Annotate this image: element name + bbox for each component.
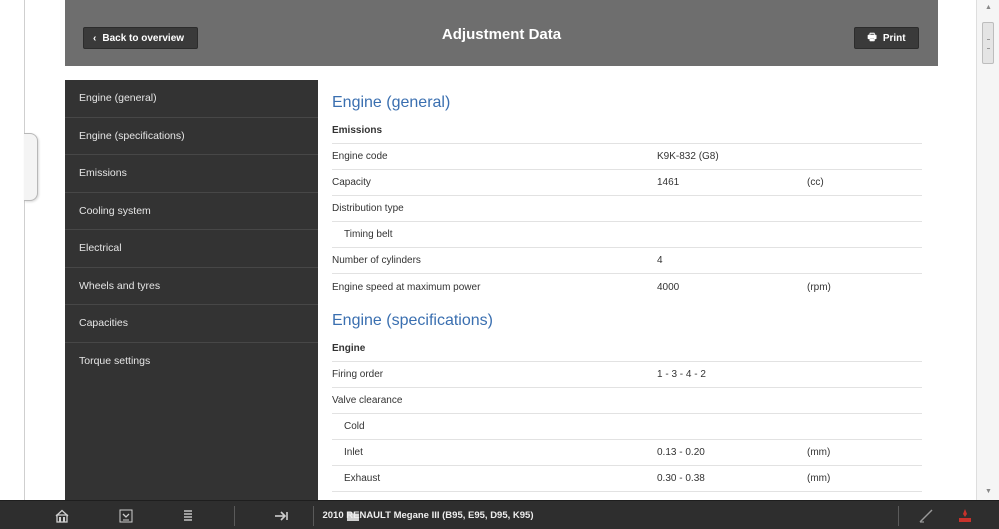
row-label: Engine speed at maximum power bbox=[332, 281, 481, 293]
row-value: 1 - 3 - 4 - 2 bbox=[657, 369, 706, 380]
table-row: Engine speed at maximum power 4000 (rpm) bbox=[332, 274, 922, 300]
row-label: Capacity bbox=[332, 177, 371, 188]
adjustment-data-content: Engine (general) Emissions Engine code K… bbox=[332, 80, 922, 500]
sidebar-item-label: Wheels and tyres bbox=[79, 279, 161, 292]
sidebar-item-emissions[interactable]: Emissions bbox=[65, 155, 318, 193]
print-button-label: Print bbox=[882, 32, 906, 44]
sidebar-item-torque-settings[interactable]: Torque settings bbox=[65, 343, 318, 381]
row-unit: (cc) bbox=[807, 177, 824, 188]
home-icon[interactable] bbox=[54, 508, 70, 524]
table-row: Engine code K9K-832 (G8) bbox=[332, 144, 922, 170]
row-unit: (mm) bbox=[807, 447, 831, 458]
vertical-scrollbar[interactable]: ▲ ▼ bbox=[976, 0, 999, 500]
sidebar-item-engine-specifications[interactable]: Engine (specifications) bbox=[65, 118, 318, 155]
section-subheading: Engine bbox=[332, 336, 922, 362]
sidebar-item-label: Engine (general) bbox=[79, 92, 157, 105]
scroll-up-icon[interactable]: ▲ bbox=[985, 4, 992, 11]
print-button[interactable]: 🖶 Print bbox=[854, 27, 919, 49]
row-label: Cold bbox=[344, 421, 365, 432]
frame-edge bbox=[24, 0, 25, 500]
row-label: Number of cylinders bbox=[332, 255, 421, 266]
section-title: Engine (general) bbox=[332, 94, 451, 111]
row-label: Timing belt bbox=[344, 229, 393, 240]
row-value: 4000 bbox=[657, 281, 680, 293]
table-row: Timing belt bbox=[332, 222, 922, 248]
sidebar-item-wheels-and-tyres[interactable]: Wheels and tyres bbox=[65, 268, 318, 305]
sidebar-item-label: Electrical bbox=[79, 242, 122, 255]
tool-icon[interactable] bbox=[957, 508, 973, 524]
sidebar-item-label: Engine (specifications) bbox=[79, 129, 185, 142]
side-drawer-handle[interactable] bbox=[24, 133, 38, 201]
scroll-down-icon[interactable]: ▼ bbox=[985, 488, 992, 495]
app-shell: ‹ Back to overview Adjustment Data 🖶 Pri… bbox=[65, 0, 938, 500]
table-row: Exhaust 0.30 - 0.38 (mm) bbox=[332, 466, 922, 492]
table-row: Inlet 0.13 - 0.20 (mm) bbox=[332, 440, 922, 466]
section-title: Engine (specifications) bbox=[332, 312, 493, 329]
edit-icon[interactable] bbox=[918, 508, 934, 524]
header-bar: ‹ Back to overview Adjustment Data 🖶 Pri… bbox=[65, 0, 938, 66]
row-label: Engine code bbox=[332, 151, 388, 162]
vehicle-label: 2010 RENAULT Megane III (B95, E95, D95, … bbox=[322, 510, 534, 521]
sidebar-item-label: Cooling system bbox=[79, 204, 151, 217]
row-value: 4 bbox=[657, 255, 663, 266]
row-label: Exhaust bbox=[344, 473, 381, 484]
table-row: Distribution type bbox=[332, 196, 922, 222]
section-subheading: Emissions bbox=[332, 118, 922, 144]
scroll-thumb[interactable] bbox=[982, 22, 994, 64]
sidebar-item-engine-general[interactable]: Engine (general) bbox=[65, 80, 318, 118]
row-value: 1461 bbox=[657, 177, 680, 188]
sidebar-item-electrical[interactable]: Electrical bbox=[65, 230, 318, 268]
subheading-label: Emissions bbox=[332, 125, 383, 136]
row-label: Valve clearance bbox=[332, 395, 403, 406]
table-row: Cold bbox=[332, 414, 922, 440]
sidebar-item-label: Emissions bbox=[79, 167, 127, 180]
subheading-label: Engine bbox=[332, 343, 366, 354]
row-label: Firing order bbox=[332, 369, 384, 380]
expand-icon[interactable] bbox=[118, 508, 134, 524]
sidebar-item-label: Capacities bbox=[79, 317, 129, 330]
row-label: Inlet bbox=[344, 447, 363, 458]
sidebar: Engine (general) Engine (specifications)… bbox=[65, 80, 318, 500]
table-row: Firing order 1 - 3 - 4 - 2 bbox=[332, 362, 922, 388]
sidebar-item-cooling-system[interactable]: Cooling system bbox=[65, 193, 318, 230]
sidebar-item-label: Torque settings bbox=[79, 355, 151, 368]
row-value: 0.30 - 0.38 bbox=[657, 473, 705, 484]
toolbar-divider bbox=[898, 506, 899, 526]
table-row: Capacity 1461 (cc) bbox=[332, 170, 922, 196]
row-unit: (mm) bbox=[807, 473, 831, 484]
page-title: Adjustment Data bbox=[441, 26, 562, 43]
row-value: 0.13 - 0.20 bbox=[657, 447, 705, 458]
table-row: Number of cylinders 4 bbox=[332, 248, 922, 274]
table-row: Valve clearance bbox=[332, 388, 922, 414]
bottom-toolbar: 2010 RENAULT Megane III (B95, E95, D95, … bbox=[0, 500, 999, 529]
sidebar-item-capacities[interactable]: Capacities bbox=[65, 305, 318, 343]
row-label: Distribution type bbox=[332, 203, 404, 214]
print-icon: 🖶 bbox=[867, 31, 877, 43]
row-unit: (rpm) bbox=[807, 281, 831, 293]
row-value: K9K-832 (G8) bbox=[657, 151, 719, 162]
